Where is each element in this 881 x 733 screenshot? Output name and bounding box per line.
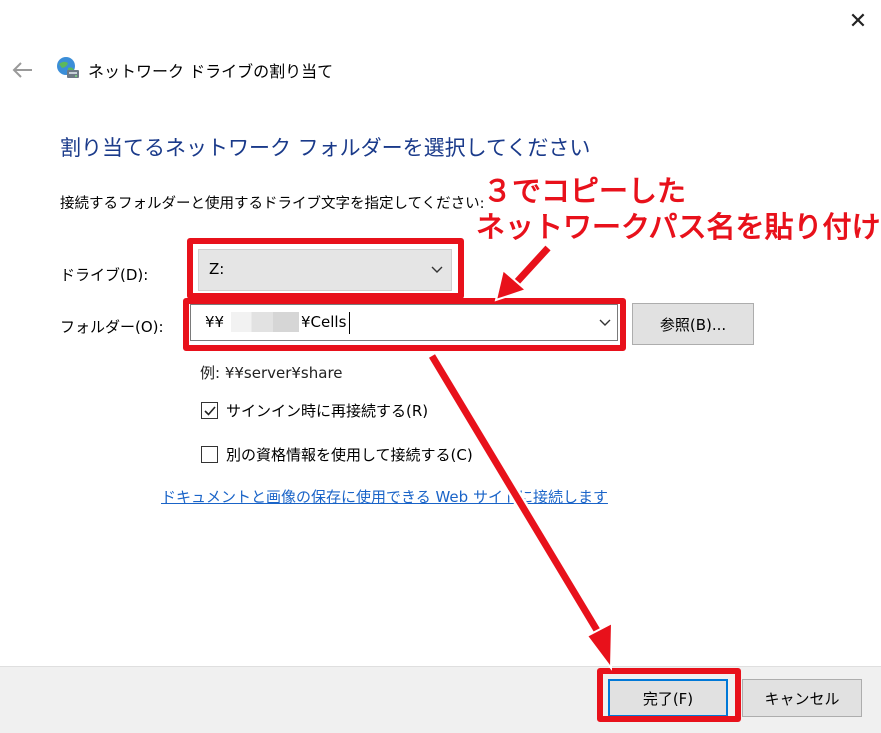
arrow-to-finish (426, 352, 614, 671)
arrow-to-folder (494, 243, 553, 302)
callout-line-2: ネットワークパス名を貼り付け (476, 210, 881, 244)
annotation-arrows (426, 243, 614, 671)
